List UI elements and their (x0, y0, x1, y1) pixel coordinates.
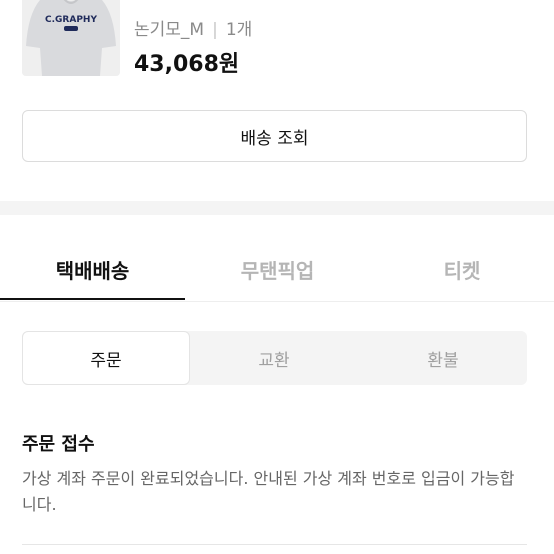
section-divider (0, 201, 554, 215)
product-option-line: 논기모_M | 1개 (134, 15, 252, 40)
product-option: 논기모_M (134, 20, 205, 40)
hoodie-image: C.GRAPHY (22, 0, 120, 76)
section-bottom-divider (22, 544, 527, 545)
hoodie-print-text: C.GRAPHY (45, 15, 97, 25)
product-price: 43,068원 (134, 52, 240, 77)
active-tab-indicator (0, 298, 185, 300)
status-title: 주문 접수 (22, 434, 95, 455)
segment-refund[interactable]: 환불 (359, 331, 527, 385)
tab-parcel-delivery[interactable]: 택배배송 (0, 238, 185, 300)
tab-pickup[interactable]: 무탠픽업 (185, 238, 370, 300)
segment-order[interactable]: 주문 (22, 331, 190, 385)
track-delivery-button[interactable]: 배송 조회 (22, 110, 527, 162)
tabs-divider (0, 301, 554, 302)
delivery-tabs: 택배배송 무탠픽업 티켓 (0, 238, 554, 302)
product-image[interactable]: C.GRAPHY (22, 0, 120, 76)
status-description: 가상 계좌 주문이 완료되었습니다. 안내된 가상 계좌 번호로 입금이 가능합… (22, 469, 515, 514)
tab-ticket[interactable]: 티켓 (370, 238, 554, 300)
segment-exchange[interactable]: 교환 (190, 331, 358, 385)
option-separator: | (212, 20, 218, 40)
order-status-segmented-control: 주문 교환 환불 (22, 331, 527, 385)
product-quantity: 1개 (225, 20, 253, 40)
